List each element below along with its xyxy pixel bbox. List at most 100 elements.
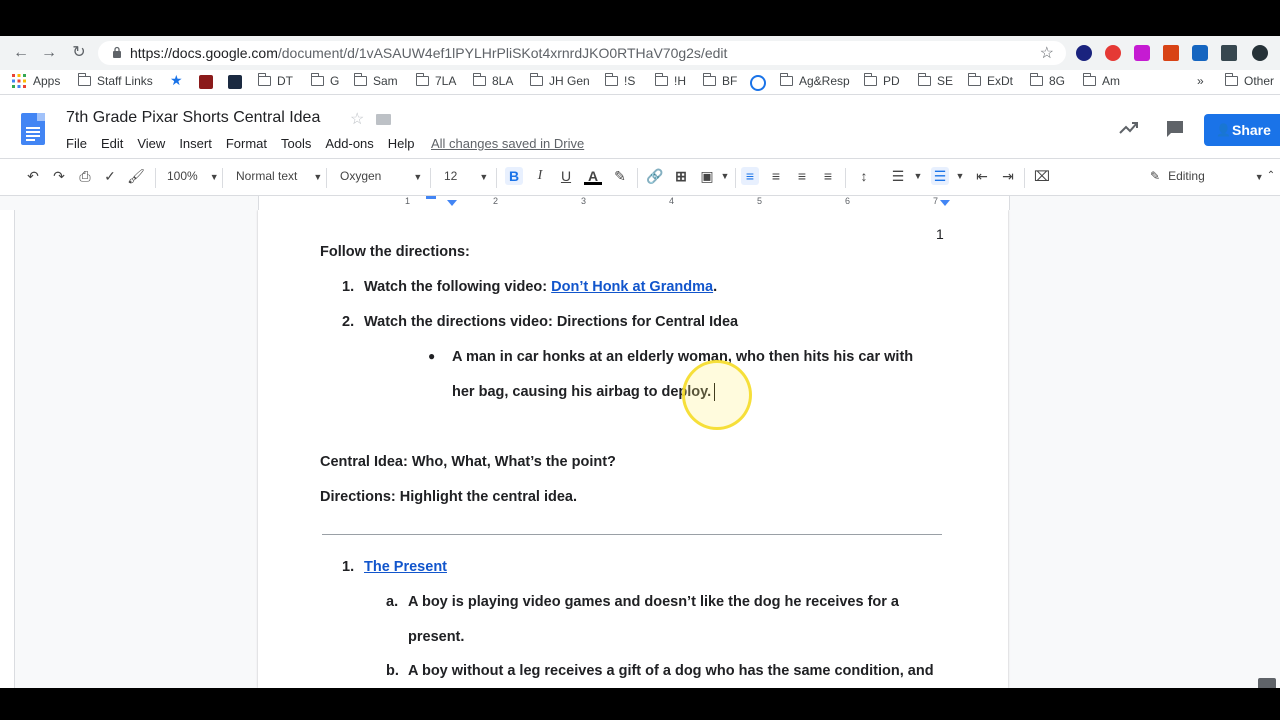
collapse-toolbar-icon[interactable]: ⌃ (1262, 167, 1280, 185)
docs-logo-icon[interactable] (21, 113, 45, 145)
add-comment-icon[interactable]: ⊞ (672, 167, 690, 185)
bookmark-pd[interactable]: PD (863, 73, 900, 88)
trending-up-icon[interactable] (1119, 121, 1139, 135)
editing-mode-select[interactable]: ✎ Editing ▼ (1150, 169, 1264, 183)
redo-icon[interactable]: ↷ (50, 167, 68, 185)
font-select[interactable]: Oxygen ▼ (340, 169, 422, 183)
cloud-extension-icon[interactable] (1076, 45, 1092, 61)
bookmark-red-favicon[interactable] (199, 75, 213, 89)
rocket-extension-icon[interactable] (1221, 45, 1237, 61)
profile-extension-icon[interactable] (1252, 45, 1268, 61)
insert-link-icon[interactable]: 🔗 (646, 167, 664, 185)
increase-indent-icon[interactable]: ⇥ (999, 167, 1017, 185)
bookmark-exdt[interactable]: ExDt (967, 73, 1013, 88)
paint-format-icon[interactable]: 🖌 (127, 167, 145, 185)
bookmark-circle-favicon[interactable] (750, 75, 766, 91)
bookmark-h[interactable]: !H (654, 73, 686, 88)
bookmark-apps[interactable]: Apps (12, 74, 60, 88)
share-button[interactable]: 👤 Share (1204, 114, 1280, 146)
explore-button[interactable] (1258, 678, 1276, 688)
highlight-color-icon[interactable]: ✎ (611, 167, 629, 185)
chevron-down-icon: ▼ (479, 172, 489, 182)
bookmark-dark-favicon[interactable] (228, 75, 242, 89)
spellcheck-icon[interactable]: ✓ (101, 167, 119, 185)
the-present-link[interactable]: The Present (364, 559, 447, 575)
tools-extension-icon[interactable] (1163, 45, 1179, 61)
align-left-icon[interactable]: ≡ (741, 167, 759, 185)
bookmark-ag-resp[interactable]: Ag&Resp (779, 73, 850, 88)
line-spacing-icon[interactable]: ↕ (855, 167, 873, 185)
puzzle-extension-icon[interactable] (1134, 45, 1150, 61)
bookmark-se[interactable]: SE (917, 73, 954, 88)
bookmark-am[interactable]: Am (1082, 73, 1120, 88)
menu-view[interactable]: View (137, 136, 165, 151)
screencast-extension-icon[interactable] (1192, 45, 1208, 61)
reload-icon[interactable]: ↻ (70, 44, 88, 62)
bookmark-8la[interactable]: 8LA (472, 73, 514, 88)
folder-icon (529, 73, 543, 86)
document-page[interactable]: 1 Follow the directions: 1. Watch the fo… (258, 210, 1008, 688)
bookmark-dt[interactable]: DT (257, 73, 293, 88)
bookmark-8g[interactable]: 8G (1029, 73, 1065, 88)
decrease-indent-icon[interactable]: ⇤ (973, 167, 991, 185)
align-center-icon[interactable]: ≡ (767, 167, 785, 185)
italic-button[interactable]: I (531, 167, 549, 185)
zoom-select[interactable]: 100% ▼ (167, 169, 219, 183)
chevron-down-icon[interactable]: ▼ (909, 167, 927, 185)
move-folder-icon[interactable] (376, 114, 391, 125)
bookmark-7la[interactable]: 7LA (415, 73, 456, 88)
bookmark-label: SE (937, 74, 954, 88)
bookmark-other[interactable]: Other (1224, 73, 1274, 88)
bookmark-jh-gen[interactable]: JH Gen (529, 73, 590, 88)
menu-tools[interactable]: Tools (281, 136, 311, 151)
option-label-a: a. (386, 594, 399, 610)
list-number: 2. (342, 314, 355, 330)
menu-format[interactable]: Format (226, 136, 267, 151)
undo-icon[interactable]: ↶ (24, 167, 42, 185)
bookmark-s[interactable]: !S (604, 73, 636, 88)
font-size-select[interactable]: 12 ▼ (444, 169, 488, 183)
video-link[interactable]: Don’t Honk at Grandma (551, 279, 713, 295)
chevron-down-icon[interactable]: ▼ (716, 167, 734, 185)
toolbar-separator (430, 168, 431, 188)
bookmark-sam[interactable]: Sam (353, 73, 398, 88)
bold-button[interactable]: B (505, 167, 523, 185)
menu-insert[interactable]: Insert (179, 136, 212, 151)
forward-icon[interactable]: → (40, 44, 58, 62)
text-color-button[interactable]: A (584, 167, 602, 185)
adblock-extension-icon[interactable] (1105, 45, 1121, 61)
menu-help[interactable]: Help (388, 136, 415, 151)
bookmark-g[interactable]: G (310, 73, 339, 88)
insert-image-icon[interactable]: ▣ (698, 167, 716, 185)
align-right-icon[interactable]: ≡ (793, 167, 811, 185)
underline-button[interactable]: U (557, 167, 575, 185)
style-select[interactable]: Normal text ▼ (236, 169, 322, 183)
numbered-list-icon[interactable]: ☰ (889, 167, 907, 185)
bookmark-label: 8LA (492, 74, 514, 88)
address-bar[interactable]: https://docs.google.com/document/d/1vASA… (98, 41, 1066, 65)
left-indent-handle[interactable] (447, 200, 457, 206)
bookmark-star-icon[interactable]: ☆ (1040, 43, 1054, 63)
apps-grid-icon (12, 74, 26, 88)
bookmark-staff-links[interactable]: Staff Links (77, 73, 153, 88)
ruler-mark: 4 (669, 196, 675, 206)
justify-icon[interactable]: ≡ (819, 167, 837, 185)
clear-formatting-icon[interactable]: ⌧ (1033, 167, 1051, 185)
menu-edit[interactable]: Edit (101, 136, 123, 151)
star-bookmark-icon[interactable]: ★ (170, 72, 183, 89)
bookmarks-overflow-button[interactable]: » (1197, 74, 1204, 88)
menu-file[interactable]: File (66, 136, 87, 151)
print-icon[interactable]: ⎙ (76, 167, 94, 185)
bookmark-bf[interactable]: BF (702, 73, 737, 88)
star-icon[interactable]: ☆ (350, 109, 364, 129)
right-indent-handle[interactable] (940, 200, 950, 206)
back-icon[interactable]: ← (12, 44, 30, 62)
menu-add-ons[interactable]: Add-ons (325, 136, 373, 151)
saved-status[interactable]: All changes saved in Drive (431, 136, 584, 151)
bulleted-list-icon[interactable]: ☰ (931, 167, 949, 185)
bookmark-label: !S (624, 74, 636, 88)
first-line-indent-handle[interactable] (426, 196, 436, 199)
comment-icon[interactable] (1165, 119, 1185, 139)
document-title[interactable]: 7th Grade Pixar Shorts Central Idea (66, 109, 320, 127)
chevron-down-icon[interactable]: ▼ (951, 167, 969, 185)
